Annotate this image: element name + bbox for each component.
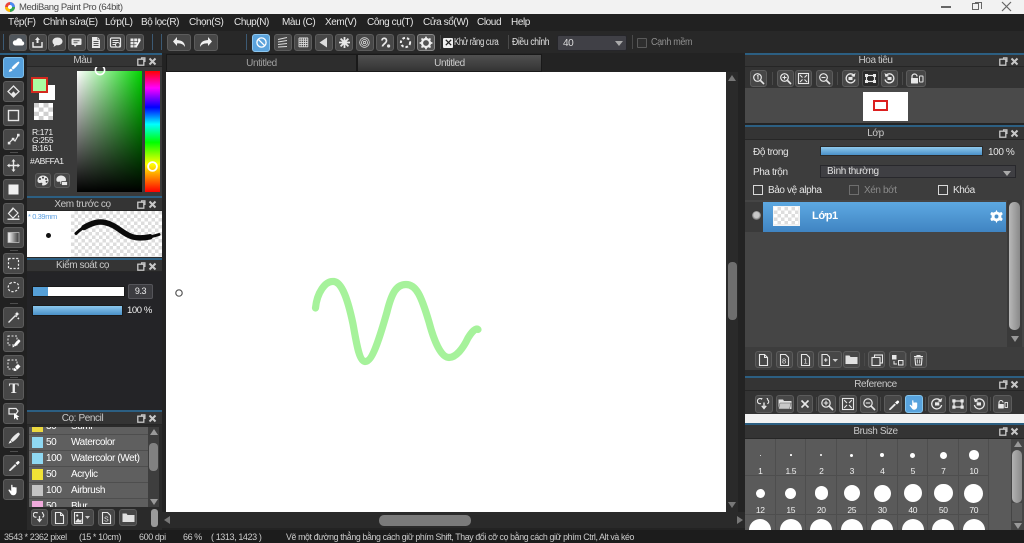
svg-text:1: 1 <box>804 356 808 365</box>
svg-text:8: 8 <box>782 356 786 365</box>
svg-text:S: S <box>104 516 109 523</box>
